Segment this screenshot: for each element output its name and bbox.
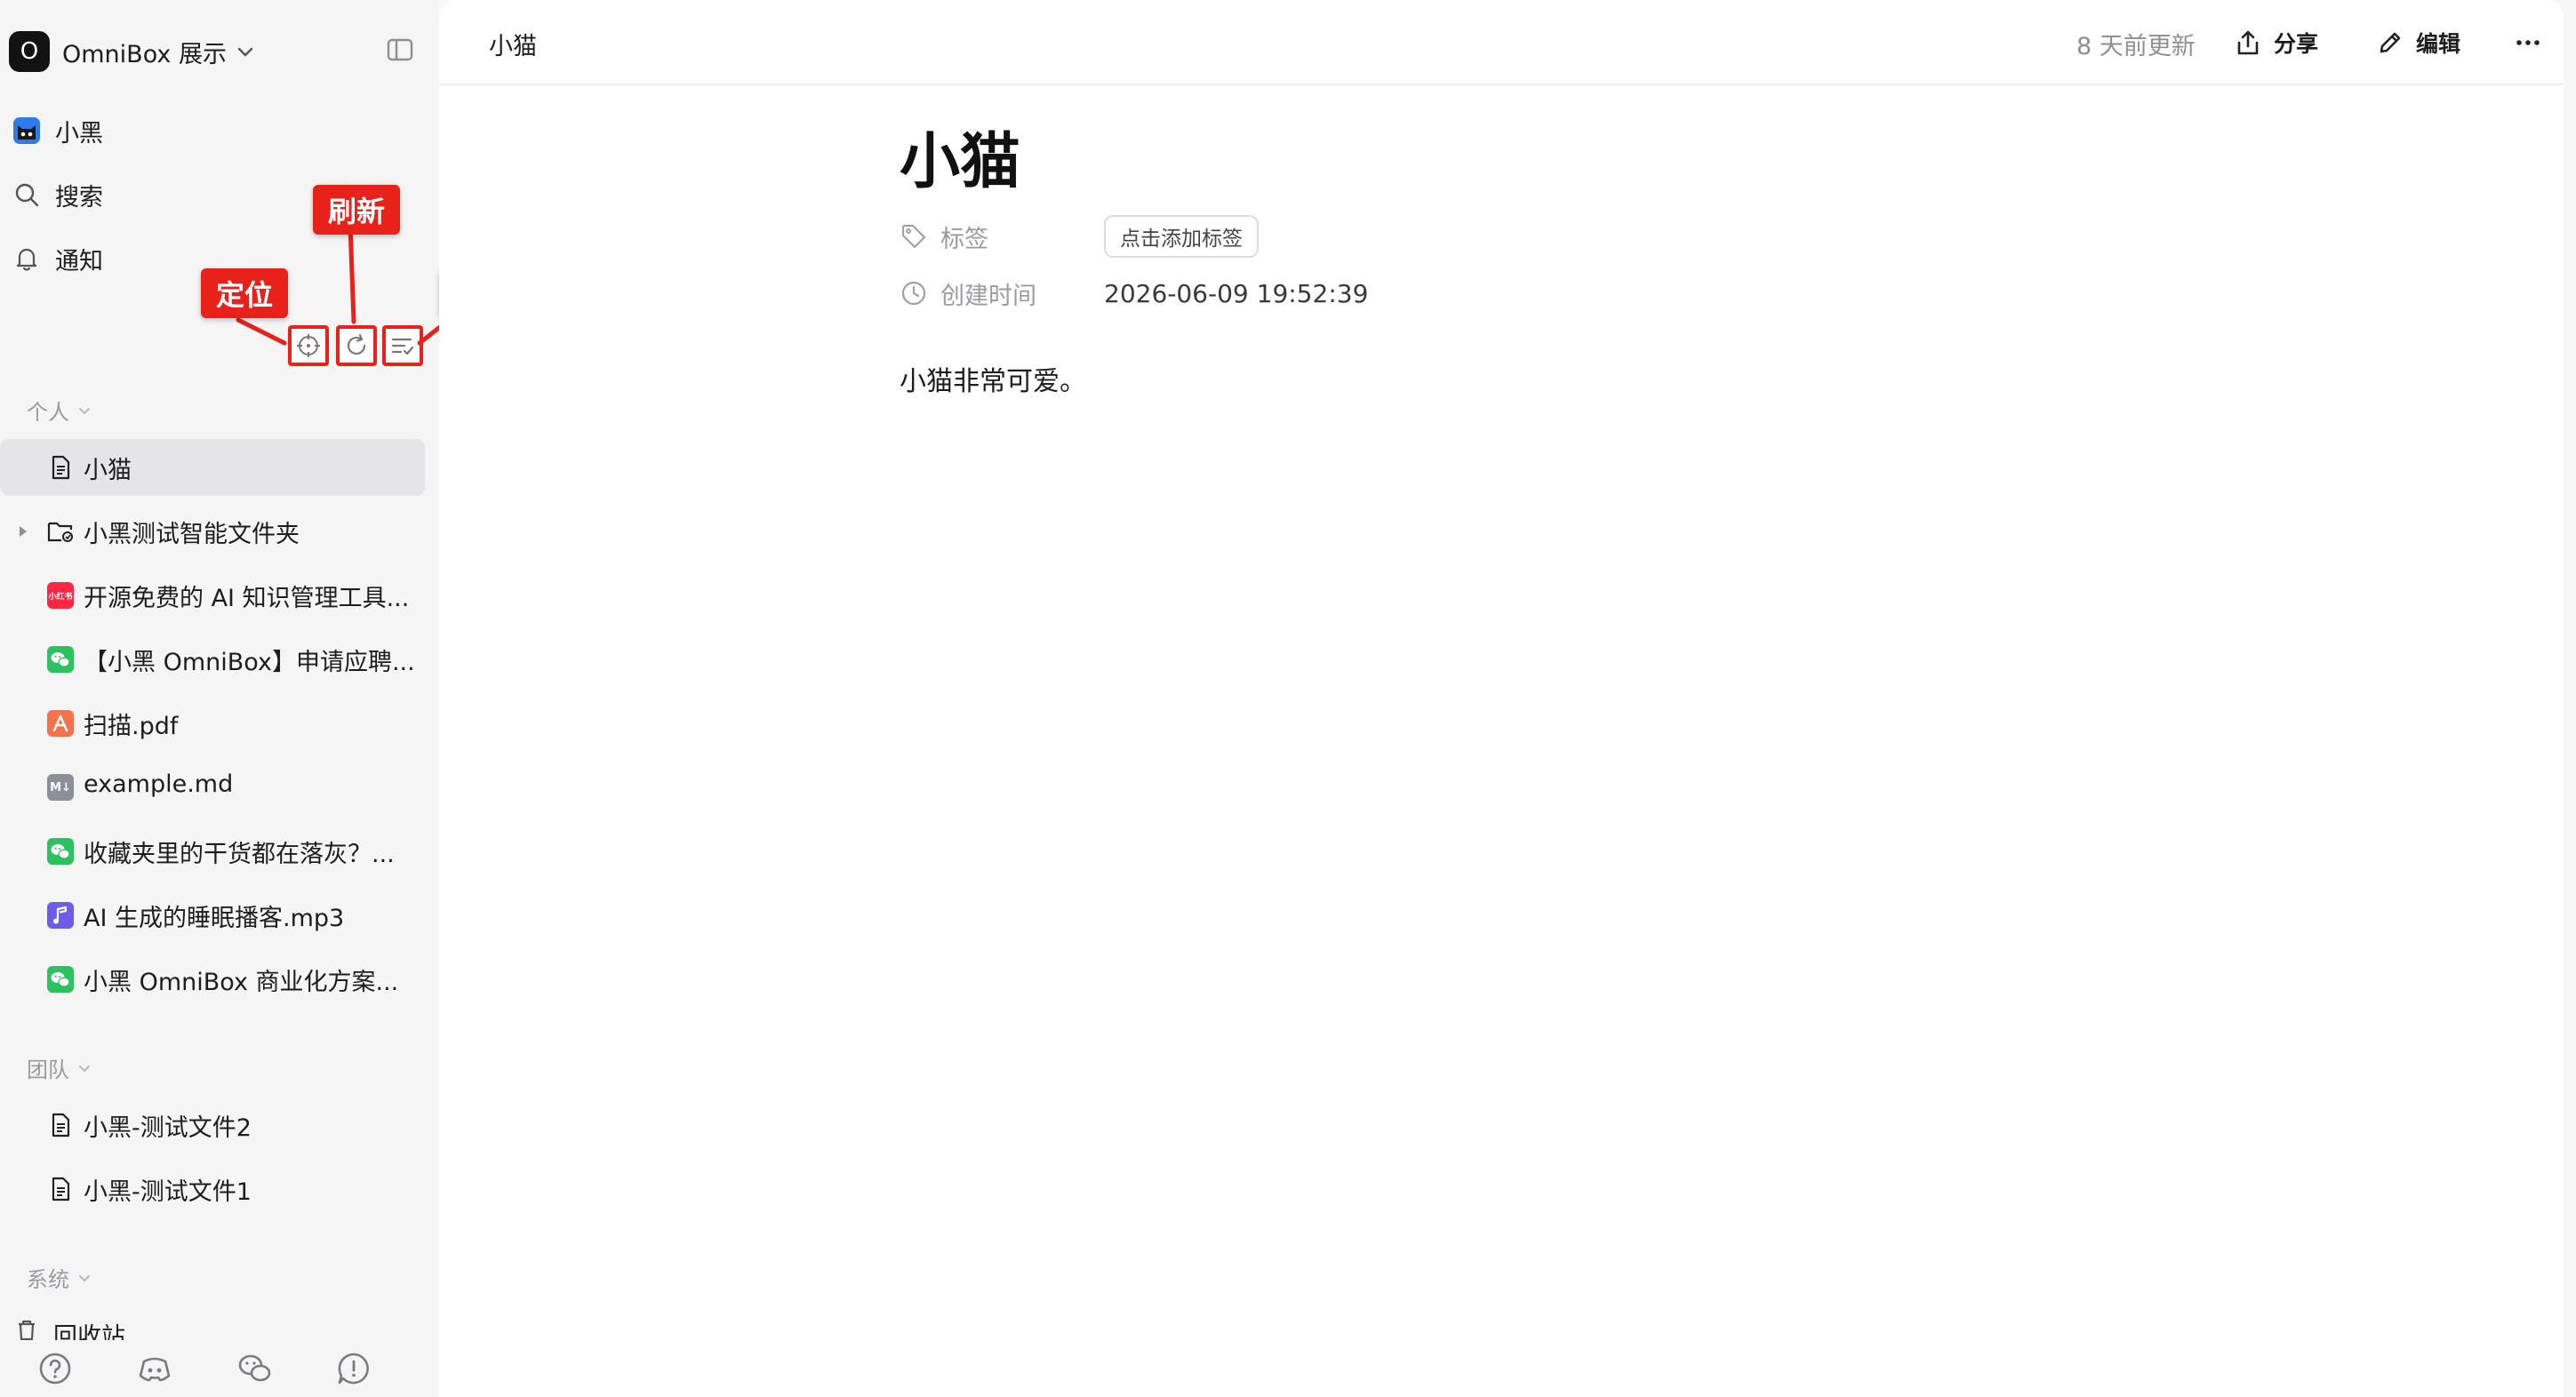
section-system-label: 系统 — [27, 1267, 69, 1292]
wechat-icon — [46, 645, 75, 674]
section-personal[interactable]: 个人 — [27, 395, 92, 426]
main-content: 小猫 8 天前更新 分享 编辑 小猫 标签 点击添加标签 创建时间 2026-0… — [439, 0, 2564, 1397]
tree-item-audio[interactable]: AI 生成的睡眠播客.mp3 — [0, 887, 425, 944]
locate-button[interactable] — [288, 325, 329, 366]
feedback-icon[interactable] — [336, 1351, 372, 1386]
document-body[interactable]: 小猫非常可爱。 — [900, 359, 1086, 398]
tree-item-wechat-article-2[interactable]: 收藏夹里的干货都在落灰？... — [0, 823, 425, 880]
sidebar-toggle-icon[interactable] — [386, 36, 414, 64]
chevron-down-icon — [79, 1065, 90, 1072]
tree-item-label: 扫描.pdf — [84, 713, 179, 740]
document-icon — [46, 1175, 75, 1203]
tags-key-label: 标签 — [940, 225, 988, 253]
clock-icon — [901, 281, 926, 306]
refresh-button[interactable] — [336, 325, 377, 366]
add-tag-button[interactable]: 点击添加标签 — [1104, 215, 1259, 258]
tree-item-trash[interactable]: 回收站 — [0, 1305, 425, 1340]
pdf-icon — [46, 709, 75, 738]
chevron-down-icon — [79, 1274, 90, 1281]
pencil-icon — [2380, 32, 2401, 53]
tree-item-wechat-article-1[interactable]: 【小黑 OmniBox】申请应聘... — [0, 631, 425, 688]
wechat-group-icon[interactable] — [236, 1351, 272, 1386]
document-icon — [46, 1111, 75, 1139]
bell-icon — [12, 244, 41, 273]
multiselect-button[interactable] — [382, 325, 423, 366]
tree-item-label: 小黑-测试文件1 — [84, 1178, 252, 1206]
tree-item-team-file-1[interactable]: 小黑-测试文件1 — [0, 1161, 425, 1217]
share-icon — [2237, 30, 2259, 55]
expand-caret-icon[interactable] — [16, 523, 30, 540]
tree-item-label: 收藏夹里的干货都在落灰？... — [84, 841, 395, 868]
share-button[interactable]: 分享 — [2235, 25, 2318, 60]
checklist-icon — [389, 332, 416, 359]
created-key-label: 创建时间 — [940, 282, 1036, 310]
tree-item-label: 小黑测试智能文件夹 — [84, 521, 300, 548]
tree-item-label: 小黑 OmniBox 商业化方案... — [84, 969, 399, 996]
section-personal-label: 个人 — [27, 400, 69, 425]
search-icon — [12, 180, 41, 209]
created-time-row: 创建时间 2026-06-09 19:52:39 — [900, 272, 1368, 315]
sidebar-footer — [0, 1344, 439, 1397]
section-team[interactable]: 团队 — [27, 1052, 92, 1083]
tree-item-label: 开源免费的 AI 知识管理工具... — [84, 585, 410, 612]
edit-label: 编辑 — [2416, 31, 2461, 57]
tree-item-label: example.md — [84, 770, 234, 798]
wechat-icon — [46, 965, 75, 994]
tree-item-label: 回收站 — [53, 1323, 125, 1340]
tree-item-xiaohongshu-note[interactable]: 小红书 开源免费的 AI 知识管理工具... — [0, 567, 425, 624]
sidebar: O OmniBox 展示 小黑 搜索 通知 定位 刷新 个人 小猫 小黑测试智能… — [0, 0, 439, 1397]
section-team-label: 团队 — [27, 1058, 69, 1082]
locate-callout: 定位 — [201, 268, 288, 318]
crosshair-icon — [295, 332, 322, 359]
wechat-icon — [46, 837, 75, 866]
help-icon[interactable] — [37, 1351, 73, 1386]
tree-item-xiaomao[interactable]: 小猫 — [0, 439, 425, 496]
trash-icon — [12, 1315, 41, 1340]
nav-notifications-label: 通知 — [55, 247, 103, 275]
tree-item-team-file-2[interactable]: 小黑-测试文件2 — [0, 1097, 425, 1154]
workspace-name: OmniBox 展示 — [62, 40, 227, 68]
tree-item-smart-folder[interactable]: 小黑测试智能文件夹 — [0, 503, 425, 560]
updated-time: 8 天前更新 — [2076, 33, 2196, 60]
more-options-icon[interactable] — [2510, 28, 2546, 57]
tree-item-label: 小猫 — [84, 457, 132, 484]
tree-item-label: 【小黑 OmniBox】申请应聘... — [84, 649, 415, 676]
tree-item-wechat-article-3[interactable]: 小黑 OmniBox 商业化方案... — [0, 951, 425, 1008]
nav-user[interactable]: 小黑 — [12, 108, 103, 153]
refresh-callout: 刷新 — [313, 185, 400, 235]
top-bar: 小猫 8 天前更新 分享 编辑 — [439, 0, 2564, 85]
nav-search-label: 搜索 — [55, 183, 103, 212]
tree-item-label: 小黑-测试文件2 — [84, 1114, 252, 1142]
created-time-value: 2026-06-09 19:52:39 — [1104, 278, 1369, 308]
tags-key: 标签 — [900, 220, 1104, 254]
tree-item-pdf[interactable]: 扫描.pdf — [0, 695, 425, 752]
nav-user-label: 小黑 — [55, 119, 103, 148]
tags-row: 标签 点击添加标签 — [900, 215, 1259, 258]
xiaohongshu-icon: 小红书 — [46, 581, 75, 610]
chevron-down-icon — [79, 407, 90, 414]
chevron-down-icon — [236, 42, 255, 61]
tag-icon — [901, 224, 926, 249]
audio-icon — [46, 901, 75, 930]
nav-search[interactable]: 搜索 — [12, 172, 103, 217]
workspace-logo: O — [9, 31, 50, 72]
workspace-switcher[interactable]: O OmniBox 展示 — [9, 28, 255, 75]
document-icon — [46, 453, 75, 482]
tree-item-label: AI 生成的睡眠播客.mp3 — [84, 905, 345, 932]
cat-avatar-icon — [12, 116, 41, 145]
refresh-icon — [343, 332, 370, 359]
share-label: 分享 — [2274, 31, 2319, 57]
markdown-icon: M↓ — [46, 773, 75, 802]
breadcrumb[interactable]: 小猫 — [489, 27, 537, 61]
tree-item-markdown[interactable]: M↓ example.md — [0, 759, 425, 816]
edit-button[interactable]: 编辑 — [2377, 25, 2460, 60]
nav-notifications[interactable]: 通知 — [12, 236, 103, 281]
created-key: 创建时间 — [900, 276, 1104, 311]
smart-folder-icon — [46, 517, 75, 546]
document-title[interactable]: 小猫 — [900, 112, 1020, 200]
section-system[interactable]: 系统 — [27, 1262, 92, 1293]
discord-icon[interactable] — [137, 1351, 172, 1386]
